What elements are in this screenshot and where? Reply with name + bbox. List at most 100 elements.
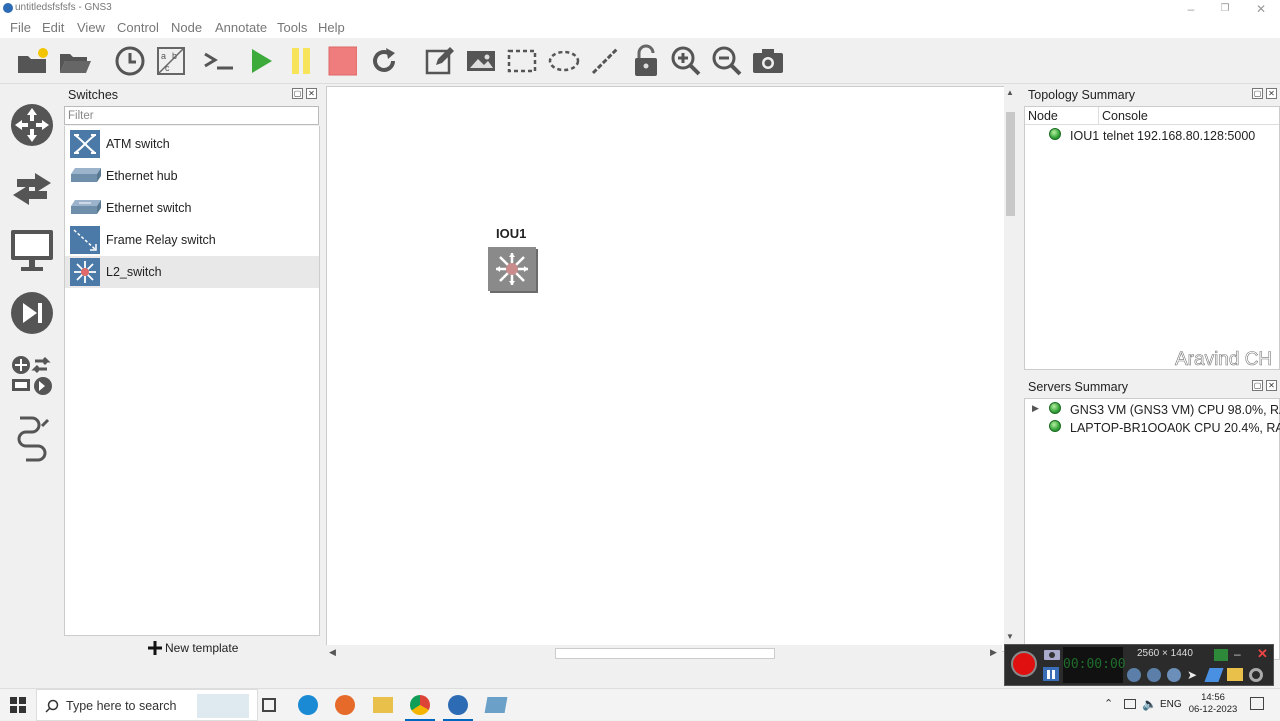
close-panel-button[interactable]: ✕ <box>1266 380 1277 391</box>
panel-title: Servers Summary <box>1028 380 1129 394</box>
edge-browser-icon[interactable] <box>298 695 318 715</box>
insert-image-icon[interactable] <box>463 42 499 80</box>
end-devices-category-icon[interactable] <box>6 224 58 276</box>
draw-line-icon[interactable] <box>587 42 623 80</box>
float-panel-button[interactable]: ▢ <box>292 88 303 99</box>
minimize-button[interactable]: – <box>1174 0 1208 18</box>
chrome-icon[interactable] <box>410 695 430 715</box>
webcam-icon[interactable] <box>1167 668 1181 682</box>
speaker-icon[interactable] <box>1127 668 1141 682</box>
menu-tools[interactable]: Tools <box>277 20 307 35</box>
menu-node[interactable]: Node <box>171 20 202 35</box>
record-button[interactable] <box>1011 651 1037 677</box>
add-link-icon[interactable] <box>6 414 58 462</box>
menu-view[interactable]: View <box>77 20 105 35</box>
menu-annotate[interactable]: Annotate <box>215 20 267 35</box>
topology-canvas[interactable]: IOU1 <box>326 86 1016 652</box>
menu-help[interactable]: Help <box>318 20 345 35</box>
settings-gear-icon[interactable] <box>1249 668 1263 682</box>
multilayer-switch-icon[interactable] <box>488 247 540 298</box>
device-ethernet-switch[interactable]: Ethernet switch <box>65 192 319 224</box>
all-devices-category-icon[interactable] <box>6 354 58 396</box>
pen-icon[interactable] <box>1204 668 1224 682</box>
new-template-button[interactable]: New template <box>148 641 238 655</box>
device-atm-switch[interactable]: ATM switch <box>65 128 319 160</box>
filter-input[interactable] <box>64 106 319 125</box>
add-note-icon[interactable] <box>422 42 458 80</box>
canvas-horizontal-scrollbar[interactable]: ◀ ▶ <box>326 645 1002 661</box>
node-console: telnet 192.168.80.128:5000 <box>1103 129 1256 143</box>
reload-all-icon[interactable] <box>366 42 402 80</box>
minimize-recorder-icon[interactable]: – <box>1234 647 1241 661</box>
gns3-taskbar-icon[interactable] <box>448 695 468 715</box>
task-view-icon[interactable] <box>262 698 276 712</box>
taskbar-search-box[interactable]: Type here to search <box>36 689 258 721</box>
zoom-in-icon[interactable] <box>668 42 704 80</box>
security-devices-category-icon[interactable] <box>6 290 58 336</box>
close-panel-button[interactable]: ✕ <box>306 88 317 99</box>
ethernet-hub-icon <box>69 162 101 190</box>
node-label[interactable]: IOU1 <box>496 226 526 241</box>
green-button[interactable] <box>1214 649 1228 661</box>
column-header-node[interactable]: Node <box>1028 109 1058 123</box>
vertical-scroll-thumb[interactable] <box>1006 112 1015 216</box>
scroll-up-icon[interactable]: ▲ <box>1006 88 1014 97</box>
device-frame-relay-switch[interactable]: Frame Relay switch <box>65 224 319 256</box>
stop-all-icon[interactable] <box>324 42 360 80</box>
zoom-out-icon[interactable] <box>709 42 745 80</box>
notifications-icon[interactable] <box>1250 697 1264 710</box>
start-all-icon[interactable] <box>243 42 279 80</box>
draw-rectangle-icon[interactable] <box>504 42 540 80</box>
network-icon[interactable] <box>1124 699 1136 709</box>
maximize-button[interactable]: ❐ <box>1208 0 1242 18</box>
camera-icon[interactable] <box>1043 647 1061 664</box>
float-panel-button[interactable]: ▢ <box>1252 380 1263 391</box>
firefox-icon[interactable] <box>335 695 355 715</box>
volume-icon[interactable]: 🔈 <box>1142 697 1157 711</box>
list-item[interactable]: ▶ GNS3 VM (GNS3 VM) CPU 98.0%, RA... <box>1025 401 1280 419</box>
close-recorder-icon[interactable]: ✕ <box>1257 646 1268 662</box>
close-panel-button[interactable]: ✕ <box>1266 88 1277 99</box>
console-all-icon[interactable] <box>201 42 237 80</box>
scroll-left-icon[interactable]: ◀ <box>329 647 336 658</box>
routers-category-icon[interactable] <box>6 102 58 148</box>
open-project-icon[interactable] <box>56 42 92 80</box>
switches-category-icon[interactable] <box>6 166 58 212</box>
device-ethernet-hub[interactable]: Ethernet hub <box>65 160 319 192</box>
server-status-icon <box>1049 420 1061 432</box>
snapshot-icon[interactable] <box>112 42 148 80</box>
device-l2-switch[interactable]: L2_switch <box>65 256 319 288</box>
file-explorer-icon[interactable] <box>373 697 393 713</box>
menu-file[interactable]: File <box>10 20 31 35</box>
expand-arrow-icon[interactable]: ▶ <box>1032 403 1039 414</box>
switches-panel: Switches ▢ ✕ ATM switch Ethernet hub Eth… <box>63 86 321 662</box>
folder-icon[interactable] <box>1227 668 1243 681</box>
show-hidden-icons-icon[interactable]: ⌃ <box>1104 697 1113 710</box>
vmware-icon[interactable] <box>484 697 508 713</box>
canvas-vertical-scrollbar[interactable]: ▲ ▼ <box>1004 86 1017 644</box>
menu-control[interactable]: Control <box>117 20 159 35</box>
table-row[interactable]: IOU1 telnet 192.168.80.128:5000 <box>1025 127 1279 145</box>
l2-switch-icon <box>69 258 101 286</box>
close-window-button[interactable]: ✕ <box>1244 0 1278 18</box>
column-header-console[interactable]: Console <box>1102 109 1148 123</box>
windows-start-icon[interactable] <box>10 697 26 716</box>
language-indicator[interactable]: ENG <box>1160 699 1182 710</box>
draw-ellipse-icon[interactable] <box>546 42 582 80</box>
scroll-down-icon[interactable]: ▼ <box>1006 632 1014 641</box>
screenshot-icon[interactable] <box>750 42 786 80</box>
horizontal-scroll-thumb[interactable] <box>555 648 775 659</box>
scroll-right-icon[interactable]: ▶ <box>990 647 997 658</box>
menu-edit[interactable]: Edit <box>42 20 64 35</box>
suspend-all-icon[interactable] <box>283 42 319 80</box>
lock-items-icon[interactable] <box>628 42 664 80</box>
cursor-icon[interactable]: ➤ <box>1187 668 1201 682</box>
microphone-icon[interactable] <box>1147 668 1161 682</box>
show-interface-labels-icon[interactable]: abc <box>153 42 189 80</box>
float-panel-button[interactable]: ▢ <box>1252 88 1263 99</box>
pause-icon[interactable] <box>1043 667 1059 681</box>
table-header: Node Console <box>1025 107 1279 125</box>
new-project-icon[interactable] <box>14 42 50 80</box>
list-item[interactable]: LAPTOP-BR1OOA0K CPU 20.4%, RA... <box>1025 419 1280 437</box>
clock[interactable]: 14:56 06-12-2023 <box>1188 692 1238 716</box>
